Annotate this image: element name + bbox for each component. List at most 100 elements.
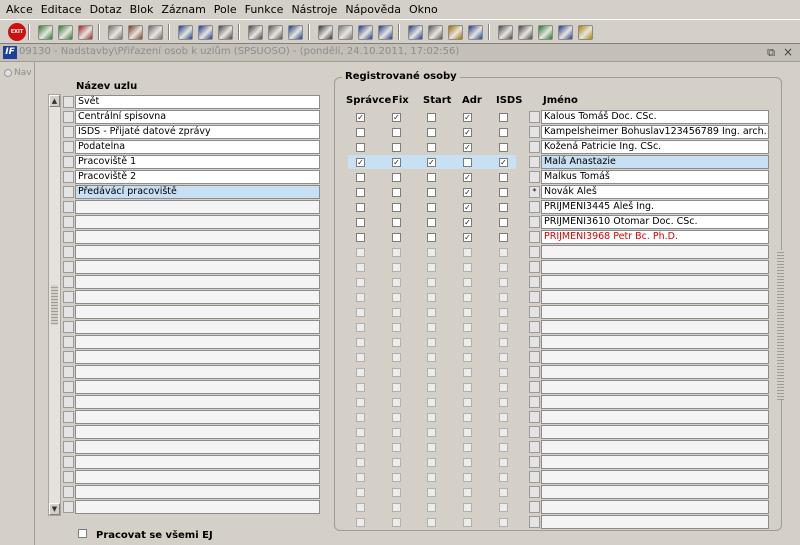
adr-checkbox[interactable] xyxy=(463,338,472,347)
adr-checkbox[interactable] xyxy=(463,263,472,272)
fix-checkbox[interactable] xyxy=(392,278,401,287)
start-checkbox[interactable] xyxy=(427,368,436,377)
spravce-checkbox[interactable] xyxy=(356,203,365,212)
tree-node-empty[interactable] xyxy=(75,485,320,499)
calendar-icon[interactable] xyxy=(498,25,513,40)
isds-checkbox[interactable] xyxy=(499,353,508,362)
person-name[interactable]: Novák Aleš xyxy=(541,185,769,199)
row-selector[interactable] xyxy=(63,261,74,273)
person-name-empty[interactable] xyxy=(541,440,769,454)
person-name-empty[interactable] xyxy=(541,320,769,334)
row-selector[interactable] xyxy=(63,351,74,363)
adr-checkbox[interactable] xyxy=(463,353,472,362)
person-name[interactable]: Kalous Tomáš Doc. CSc. xyxy=(541,110,769,124)
row-selector[interactable] xyxy=(529,126,540,138)
row-selector[interactable] xyxy=(529,291,540,303)
row-selector[interactable] xyxy=(63,336,74,348)
menu-editace[interactable]: Editace xyxy=(37,3,86,16)
spravce-checkbox[interactable] xyxy=(356,233,365,242)
row-selector[interactable] xyxy=(529,231,540,243)
spravce-checkbox[interactable] xyxy=(356,248,365,257)
row-selector[interactable] xyxy=(63,156,74,168)
menu-okno[interactable]: Okno xyxy=(405,3,442,16)
start-checkbox[interactable] xyxy=(427,173,436,182)
spravce-checkbox[interactable] xyxy=(356,413,365,422)
adr-checkbox[interactable] xyxy=(463,158,472,167)
person-name-empty[interactable] xyxy=(541,260,769,274)
person-name-empty[interactable] xyxy=(541,425,769,439)
fix-checkbox[interactable] xyxy=(392,128,401,137)
row-selector[interactable] xyxy=(529,336,540,348)
copy-icon[interactable] xyxy=(108,25,123,40)
start-checkbox[interactable] xyxy=(427,353,436,362)
restore-icon[interactable]: ⧉ xyxy=(764,46,778,59)
fix-checkbox[interactable] xyxy=(392,308,401,317)
spravce-checkbox[interactable] xyxy=(356,518,365,527)
tree-node-empty[interactable] xyxy=(75,305,320,319)
row-selector[interactable] xyxy=(63,456,74,468)
fix-checkbox[interactable] xyxy=(392,353,401,362)
person-name-empty[interactable] xyxy=(541,395,769,409)
spravce-checkbox[interactable] xyxy=(356,473,365,482)
settings-icon[interactable] xyxy=(448,25,463,40)
fix-checkbox[interactable] xyxy=(392,518,401,527)
new-record-icon[interactable] xyxy=(38,25,53,40)
menu-funkce[interactable]: Funkce xyxy=(241,3,288,16)
tree-scrollbar[interactable]: ▲ ▼ xyxy=(48,94,61,516)
start-checkbox[interactable] xyxy=(427,113,436,122)
row-selector[interactable] xyxy=(529,276,540,288)
cut-icon[interactable] xyxy=(318,25,333,40)
row-selector[interactable] xyxy=(63,171,74,183)
row-selector[interactable] xyxy=(529,381,540,393)
spravce-checkbox[interactable] xyxy=(356,218,365,227)
fix-checkbox[interactable] xyxy=(392,293,401,302)
tree-node-empty[interactable] xyxy=(75,350,320,364)
start-checkbox[interactable] xyxy=(427,323,436,332)
tree-node-empty[interactable] xyxy=(75,365,320,379)
tree-node-empty[interactable] xyxy=(75,290,320,304)
fix-checkbox[interactable] xyxy=(392,248,401,257)
delete-record-icon[interactable] xyxy=(78,25,93,40)
person-name-empty[interactable] xyxy=(541,275,769,289)
tree-node-empty[interactable] xyxy=(75,320,320,334)
row-selector[interactable] xyxy=(63,411,74,423)
isds-checkbox[interactable] xyxy=(499,398,508,407)
row-selector[interactable] xyxy=(529,111,540,123)
person-name-empty[interactable] xyxy=(541,305,769,319)
warning-icon[interactable] xyxy=(468,25,483,40)
start-checkbox[interactable] xyxy=(427,188,436,197)
adr-checkbox[interactable] xyxy=(463,488,472,497)
adr-checkbox[interactable]: ✓ xyxy=(463,113,472,122)
row-selector[interactable] xyxy=(63,471,74,483)
row-selector[interactable] xyxy=(63,426,74,438)
fix-checkbox[interactable]: ✓ xyxy=(392,158,401,167)
isds-checkbox[interactable] xyxy=(499,503,508,512)
tree-node-empty[interactable] xyxy=(75,425,320,439)
person-name-empty[interactable] xyxy=(541,290,769,304)
isds-checkbox[interactable] xyxy=(499,383,508,392)
person-name[interactable]: PRIJMENI3610 Otomar Doc. CSc. xyxy=(541,215,769,229)
row-selector[interactable] xyxy=(63,291,74,303)
start-checkbox[interactable] xyxy=(427,233,436,242)
start-checkbox[interactable] xyxy=(427,338,436,347)
paste-special-icon[interactable] xyxy=(338,25,353,40)
isds-checkbox[interactable] xyxy=(499,488,508,497)
row-selector[interactable] xyxy=(63,366,74,378)
sort-desc-icon[interactable] xyxy=(198,25,213,40)
row-selector[interactable] xyxy=(529,261,540,273)
excel-icon[interactable] xyxy=(538,25,553,40)
row-selector[interactable] xyxy=(529,156,540,168)
row-selector[interactable] xyxy=(63,441,74,453)
isds-checkbox[interactable] xyxy=(499,518,508,527)
tree-node[interactable]: Pracoviště 2 xyxy=(75,170,320,184)
start-checkbox[interactable] xyxy=(427,398,436,407)
row-selector[interactable] xyxy=(63,141,74,153)
isds-checkbox[interactable] xyxy=(499,368,508,377)
tree-node-empty[interactable] xyxy=(75,440,320,454)
start-checkbox[interactable] xyxy=(427,128,436,137)
adr-checkbox[interactable]: ✓ xyxy=(463,188,472,197)
adr-checkbox[interactable] xyxy=(463,518,472,527)
adr-checkbox[interactable] xyxy=(463,458,472,467)
save-icon[interactable] xyxy=(58,25,73,40)
menu-nápověda[interactable]: Nápověda xyxy=(341,3,405,16)
